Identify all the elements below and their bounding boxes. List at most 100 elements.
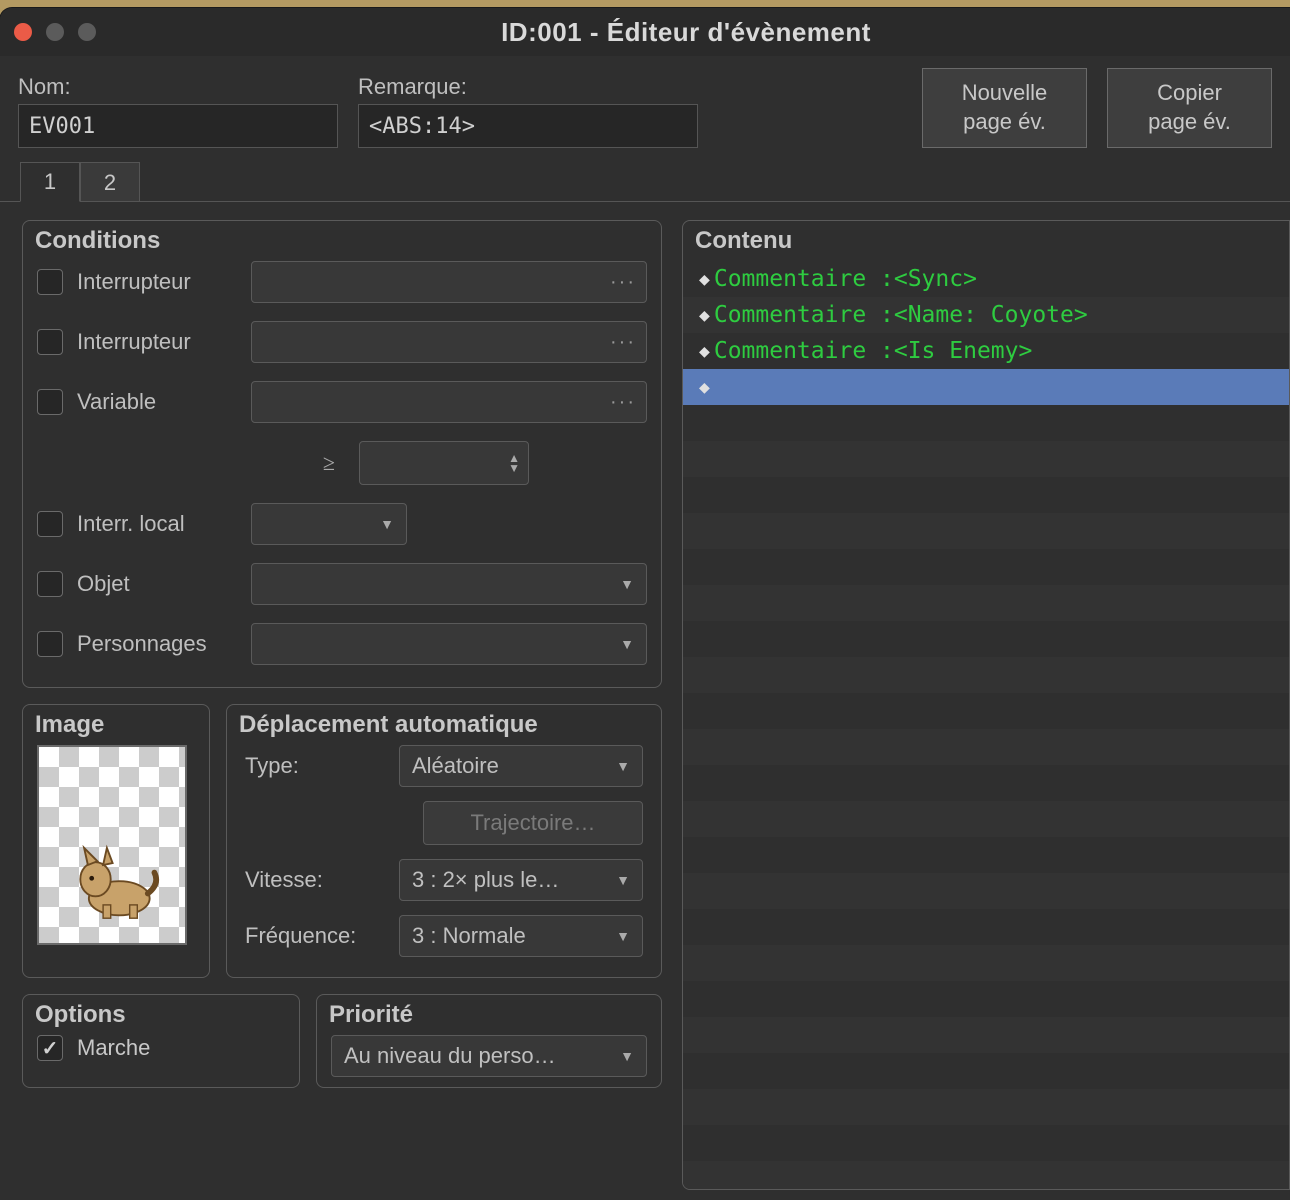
maximize-icon[interactable] (78, 23, 96, 41)
event-editor-window: ID:001 - Éditeur d'évènement Nom: Remarq… (0, 8, 1290, 1200)
comment-value: <Is Enemy> (894, 338, 1032, 364)
main-area: Conditions Interrupteur ··· Interrupteur… (0, 201, 1290, 1200)
command-line[interactable]: ◆ (683, 369, 1289, 405)
new-page-button[interactable]: Nouvelle page év. (922, 68, 1087, 148)
variable-value-spinner[interactable]: ▲▼ (359, 441, 529, 485)
speed-label: Vitesse: (245, 867, 385, 893)
contents-title: Contenu (695, 227, 792, 255)
diamond-icon: ◆ (699, 377, 710, 398)
command-line[interactable] (683, 1053, 1289, 1089)
copy-page-button[interactable]: Copier page év. (1107, 68, 1272, 148)
switch1-picker[interactable]: ··· (251, 261, 647, 303)
titlebar: ID:001 - Éditeur d'évènement (0, 8, 1290, 56)
autonomous-movement-group: Déplacement automatique Type: Aléatoire … (226, 704, 662, 978)
sprite-preview (67, 827, 162, 922)
command-line[interactable] (683, 441, 1289, 477)
comment-value: <Name: Coyote> (894, 302, 1088, 328)
name-label: Nom: (18, 74, 338, 100)
freq-value: 3 : Normale (412, 923, 526, 949)
ge-symbol: ≥ (323, 450, 335, 476)
diamond-icon: ◆ (699, 305, 710, 326)
comment-key: Commentaire : (714, 338, 894, 364)
route-button: Trajectoire… (423, 801, 643, 845)
options-title: Options (35, 1001, 126, 1029)
switch1-checkbox[interactable] (37, 269, 63, 295)
diamond-icon: ◆ (699, 269, 710, 290)
chevron-down-icon: ▼ (616, 758, 630, 774)
freq-dropdown[interactable]: 3 : Normale ▼ (399, 915, 643, 957)
sprite-picker[interactable] (37, 745, 187, 945)
conditions-group: Conditions Interrupteur ··· Interrupteur… (22, 220, 662, 688)
name-field-group: Nom: (18, 74, 338, 148)
tab-1[interactable]: 1 (20, 162, 80, 202)
command-line[interactable] (683, 585, 1289, 621)
command-line[interactable] (683, 405, 1289, 441)
switch2-picker[interactable]: ··· (251, 321, 647, 363)
walk-anim-checkbox[interactable] (37, 1035, 63, 1061)
command-line[interactable] (683, 693, 1289, 729)
priority-value: Au niveau du perso… (344, 1043, 556, 1069)
name-input[interactable] (18, 104, 338, 148)
command-line[interactable] (683, 477, 1289, 513)
self-switch-checkbox[interactable] (37, 511, 63, 537)
variable-picker[interactable]: ··· (251, 381, 647, 423)
command-line[interactable]: ◆Commentaire : <Is Enemy> (683, 333, 1289, 369)
comment-key: Commentaire : (714, 302, 894, 328)
command-line[interactable] (683, 837, 1289, 873)
command-line[interactable] (683, 945, 1289, 981)
close-icon[interactable] (14, 23, 32, 41)
switch2-label: Interrupteur (77, 329, 237, 355)
switch1-label: Interrupteur (77, 269, 237, 295)
command-line[interactable]: ◆Commentaire : <Name: Coyote> (683, 297, 1289, 333)
variable-checkbox[interactable] (37, 389, 63, 415)
minimize-icon[interactable] (46, 23, 64, 41)
command-line[interactable] (683, 729, 1289, 765)
image-group: Image (22, 704, 210, 978)
switch2-checkbox[interactable] (37, 329, 63, 355)
contents-group: Contenu ◆Commentaire : <Sync>◆Commentair… (682, 220, 1290, 1190)
priority-dropdown[interactable]: Au niveau du perso… ▼ (331, 1035, 647, 1077)
command-line[interactable] (683, 1089, 1289, 1125)
top-row: Nom: Remarque: Nouvelle page év. Copier … (0, 56, 1290, 148)
walk-anim-label: Marche (77, 1035, 150, 1061)
command-line[interactable] (683, 513, 1289, 549)
command-line[interactable] (683, 1161, 1289, 1190)
movement-type-value: Aléatoire (412, 753, 499, 779)
priority-title: Priorité (329, 1001, 413, 1029)
chevron-down-icon: ▼ (620, 1048, 634, 1064)
command-line[interactable] (683, 657, 1289, 693)
bottom-row: Options Marche Priorité Au niveau du per… (22, 994, 662, 1088)
command-line[interactable] (683, 801, 1289, 837)
variable-label: Variable (77, 389, 237, 415)
right-column: Contenu ◆Commentaire : <Sync>◆Commentair… (682, 202, 1290, 1200)
diamond-icon: ◆ (699, 341, 710, 362)
window-title: ID:001 - Éditeur d'évènement (96, 17, 1276, 48)
speed-dropdown[interactable]: 3 : 2× plus le… ▼ (399, 859, 643, 901)
comment-key: Commentaire : (714, 266, 894, 292)
chevron-down-icon: ▼ (380, 516, 394, 532)
item-dropdown[interactable]: ▼ (251, 563, 647, 605)
command-line[interactable] (683, 873, 1289, 909)
chevron-down-icon: ▼ (616, 928, 630, 944)
command-line[interactable] (683, 981, 1289, 1017)
conditions-title: Conditions (35, 227, 160, 255)
self-switch-dropdown[interactable]: ▼ (251, 503, 407, 545)
tab-2[interactable]: 2 (80, 162, 140, 202)
ellipsis-icon: ··· (610, 391, 636, 414)
command-line[interactable] (683, 1017, 1289, 1053)
command-line[interactable]: ◆Commentaire : <Sync> (683, 261, 1289, 297)
command-line[interactable] (683, 909, 1289, 945)
command-line[interactable] (683, 621, 1289, 657)
command-line[interactable] (683, 1125, 1289, 1161)
item-checkbox[interactable] (37, 571, 63, 597)
command-line[interactable] (683, 765, 1289, 801)
speed-value: 3 : 2× plus le… (412, 867, 559, 893)
note-input[interactable] (358, 104, 698, 148)
spinner-arrows-icon: ▲▼ (508, 453, 520, 473)
page-tabs: 1 2 (0, 148, 1290, 202)
command-list[interactable]: ◆Commentaire : <Sync>◆Commentaire : <Nam… (683, 261, 1289, 1190)
command-line[interactable] (683, 549, 1289, 585)
actor-dropdown[interactable]: ▼ (251, 623, 647, 665)
actor-checkbox[interactable] (37, 631, 63, 657)
movement-type-dropdown[interactable]: Aléatoire ▼ (399, 745, 643, 787)
